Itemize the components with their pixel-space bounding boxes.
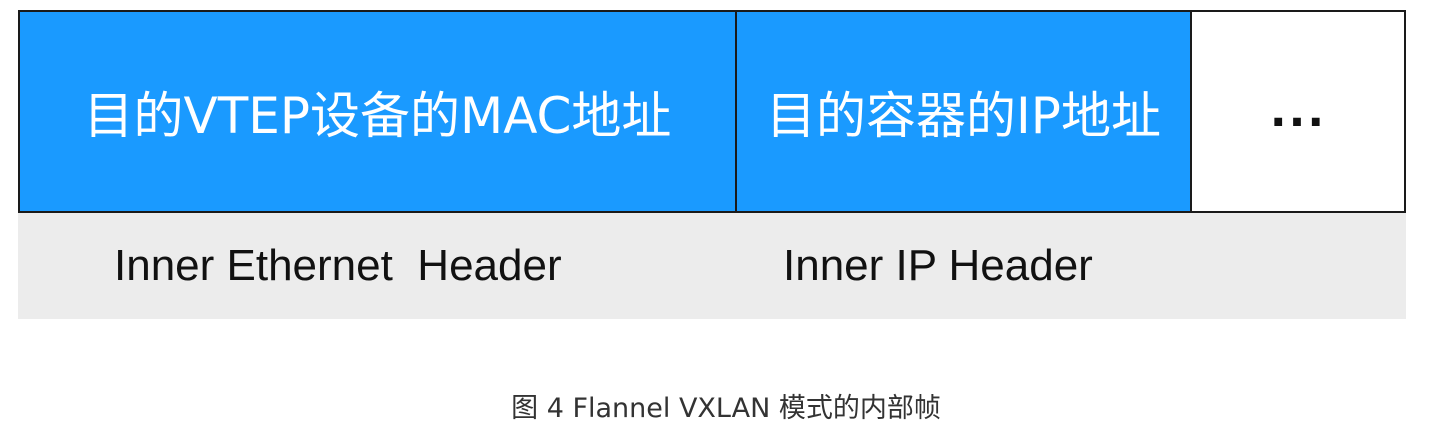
dest-container-ip-cell: 目的容器的IP地址 [737, 12, 1192, 211]
inner-ethernet-header-label: Inner Ethernet Header [114, 241, 562, 290]
header-label-band: Inner Ethernet Header Inner IP Header [18, 213, 1406, 319]
dest-vtep-mac-cell: 目的VTEP设备的MAC地址 [20, 12, 737, 211]
dest-container-ip-label: 目的容器的IP地址 [766, 86, 1161, 145]
ellipsis-label: ... [1269, 86, 1327, 137]
dest-vtep-mac-label: 目的VTEP设备的MAC地址 [83, 86, 672, 145]
inner-ip-header-label: Inner IP Header [783, 241, 1093, 290]
inner-frame-fields: 目的VTEP设备的MAC地址 目的容器的IP地址 ... [18, 10, 1406, 213]
figure-caption: 图 4 Flannel VXLAN 模式的内部帧 [511, 393, 941, 424]
remaining-payload-cell: ... [1192, 12, 1404, 211]
